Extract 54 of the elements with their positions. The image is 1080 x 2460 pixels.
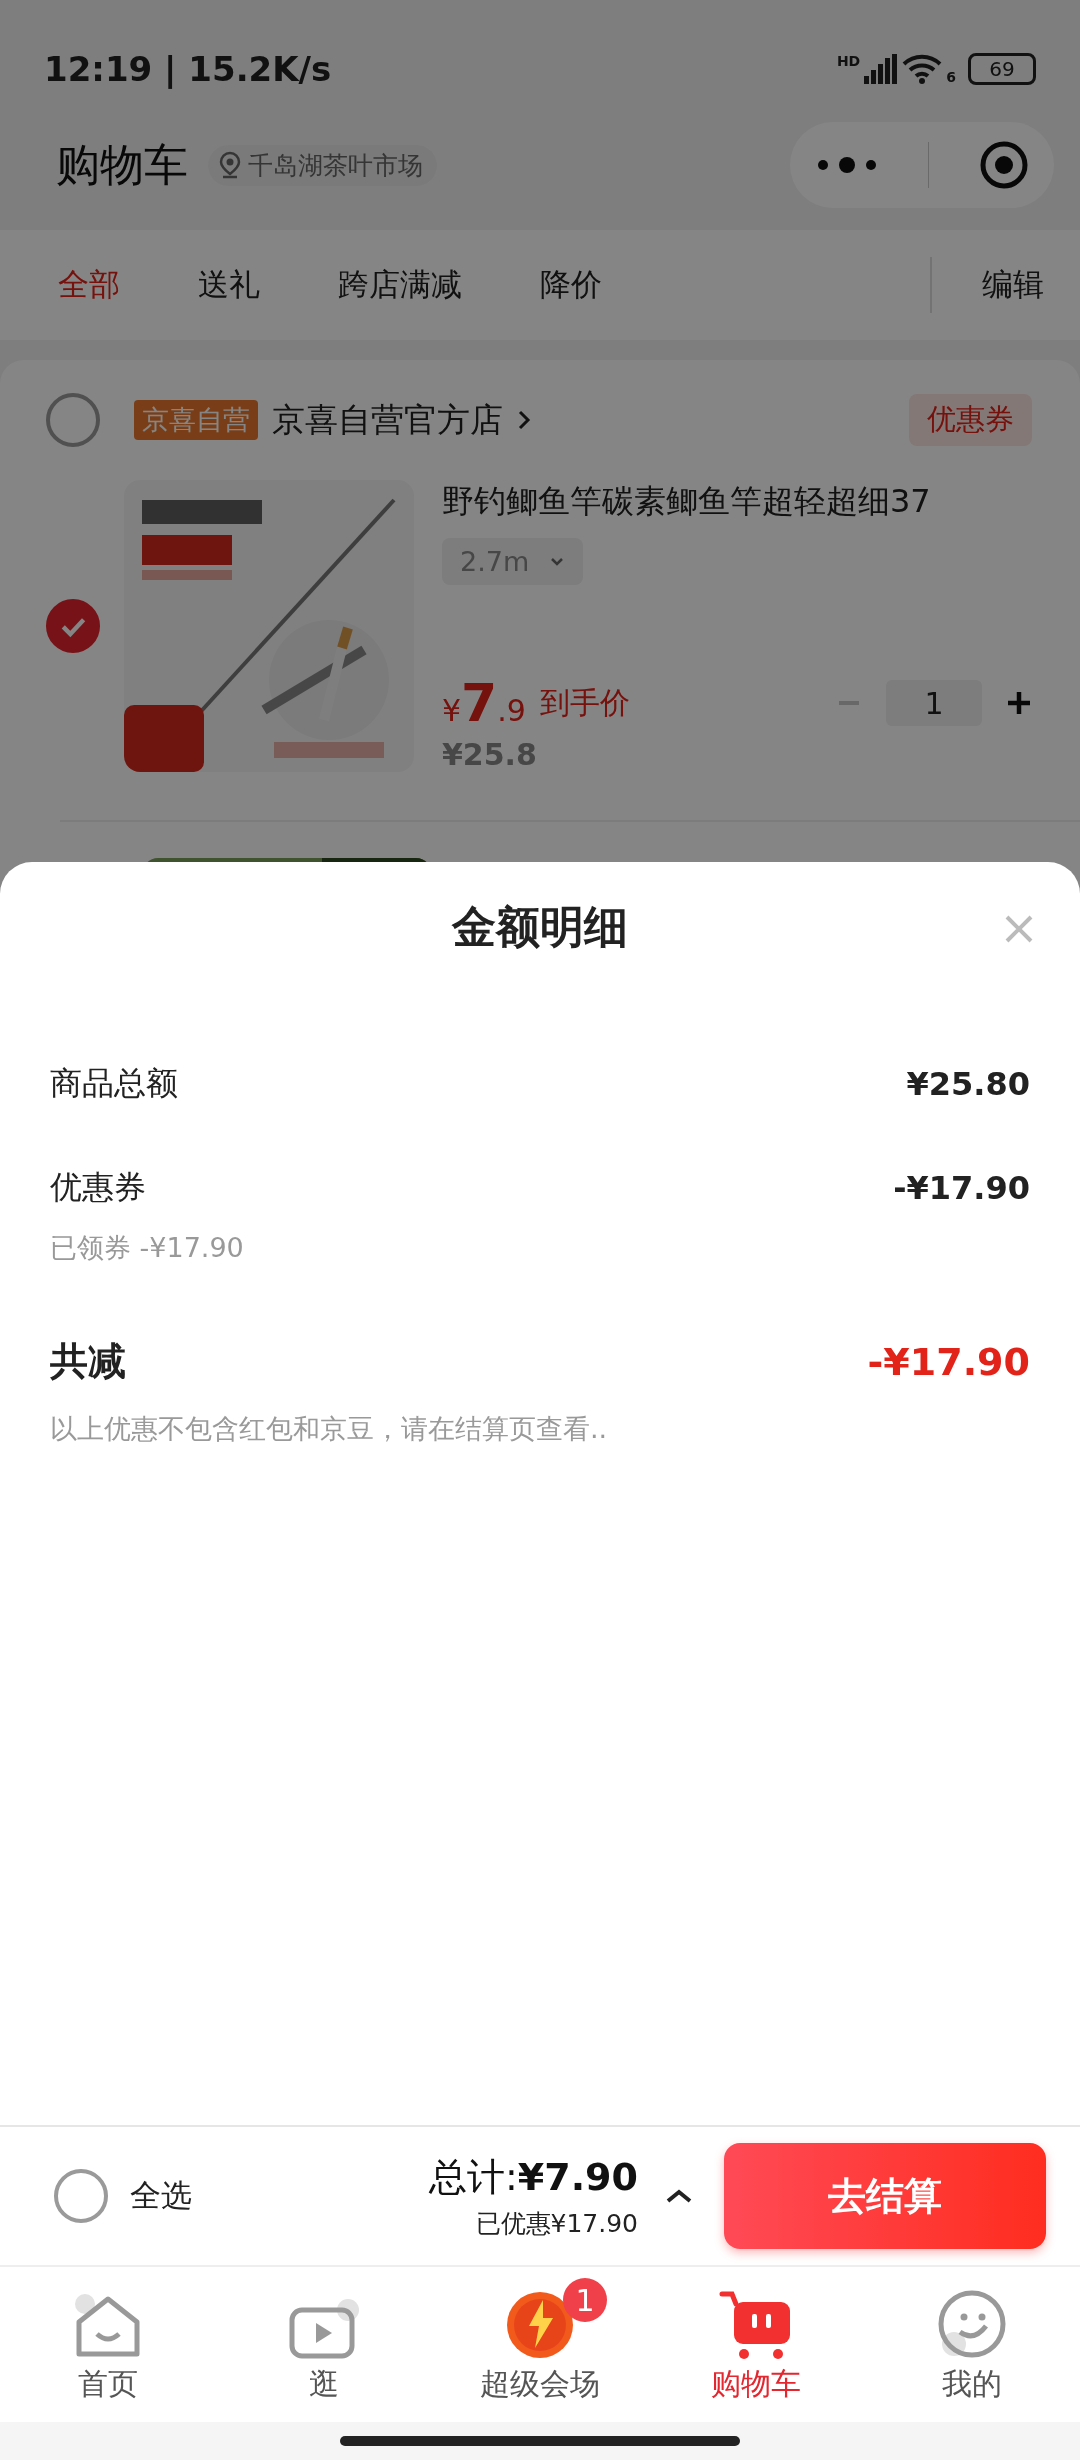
filter-tab[interactable]: 跨店满减 [314, 264, 486, 306]
total-label: 共减 [50, 1338, 126, 1385]
detail-label: 商品总额 [50, 1063, 178, 1104]
select-all-label[interactable]: 全选 [130, 2175, 192, 2217]
total-amount: 总计:¥7.90 [429, 2154, 638, 2201]
close-icon[interactable] [1004, 914, 1034, 944]
store-name[interactable]: 京喜自营官方店 [272, 397, 503, 443]
coupon-button[interactable]: 优惠券 [909, 394, 1032, 446]
location-pin-icon [218, 151, 242, 179]
page-title: 购物车 [56, 137, 188, 192]
battery-indicator: 69 [968, 53, 1036, 85]
close-miniapp-icon[interactable] [979, 140, 1030, 190]
plus-icon[interactable] [1006, 690, 1032, 716]
home-icon [73, 2294, 143, 2360]
chevron-down-icon [549, 556, 566, 567]
wifi-label: 6 [946, 69, 956, 85]
filter-tab[interactable]: 降价 [516, 264, 626, 306]
total-value: -¥17.90 [867, 1339, 1030, 1384]
nav-tab[interactable]: 我的 [864, 2267, 1080, 2422]
price-label: 到手价 [539, 683, 630, 722]
detail-note: 已领券 -¥17.90 [50, 1231, 245, 1265]
sheet-title: 金额明细 [452, 899, 628, 954]
play-icon [288, 2298, 360, 2360]
original-price: ¥25.8 [442, 737, 538, 772]
edit-button[interactable]: 编辑 [932, 264, 1056, 306]
select-all-checkbox[interactable] [54, 2169, 108, 2223]
caret-up-icon[interactable] [664, 2187, 694, 2205]
signal-icon [864, 54, 899, 84]
saved-amount: 已优惠¥17.90 [475, 2208, 638, 2240]
signal-label: HD [836, 53, 861, 69]
nav-tab[interactable]: 首页 [0, 2267, 216, 2422]
detail-label: 优惠券 [50, 1167, 146, 1208]
product-checkbox[interactable] [46, 599, 100, 653]
filter-tab[interactable]: 全部 [34, 264, 144, 306]
lightning-coin-icon [505, 2290, 575, 2360]
footnote: 以上优惠不包含红包和京豆，请在结算页查看.. [50, 1412, 609, 1446]
store-badge: 京喜自营 [134, 400, 258, 440]
store-checkbox[interactable] [46, 393, 100, 447]
price: ¥7.9 [442, 673, 526, 733]
filter-tab[interactable]: 送礼 [174, 264, 284, 306]
smiley-icon [936, 2288, 1008, 2360]
status-time: 12:19 | 15.2K/s [44, 49, 332, 89]
checkout-button[interactable]: 去结算 [724, 2143, 1046, 2249]
location-chip[interactable]: 千岛湖茶叶市场 [208, 144, 437, 186]
chevron-right-icon [517, 409, 531, 431]
quantity-field[interactable]: 1 [886, 680, 982, 726]
notification-badge: 1 [563, 2278, 607, 2322]
nav-tab[interactable]: 1 超级会场 [432, 2267, 648, 2422]
detail-value: -¥17.90 [893, 1169, 1030, 1207]
detail-value: ¥25.80 [906, 1065, 1030, 1103]
wifi-icon [902, 54, 943, 84]
nav-tab[interactable]: 逛 [216, 2267, 432, 2422]
nav-tab[interactable]: 购物车 [648, 2267, 864, 2422]
product-title[interactable]: 野钓鲫鱼竿碳素鲫鱼竿超轻超细37 [442, 480, 1032, 524]
